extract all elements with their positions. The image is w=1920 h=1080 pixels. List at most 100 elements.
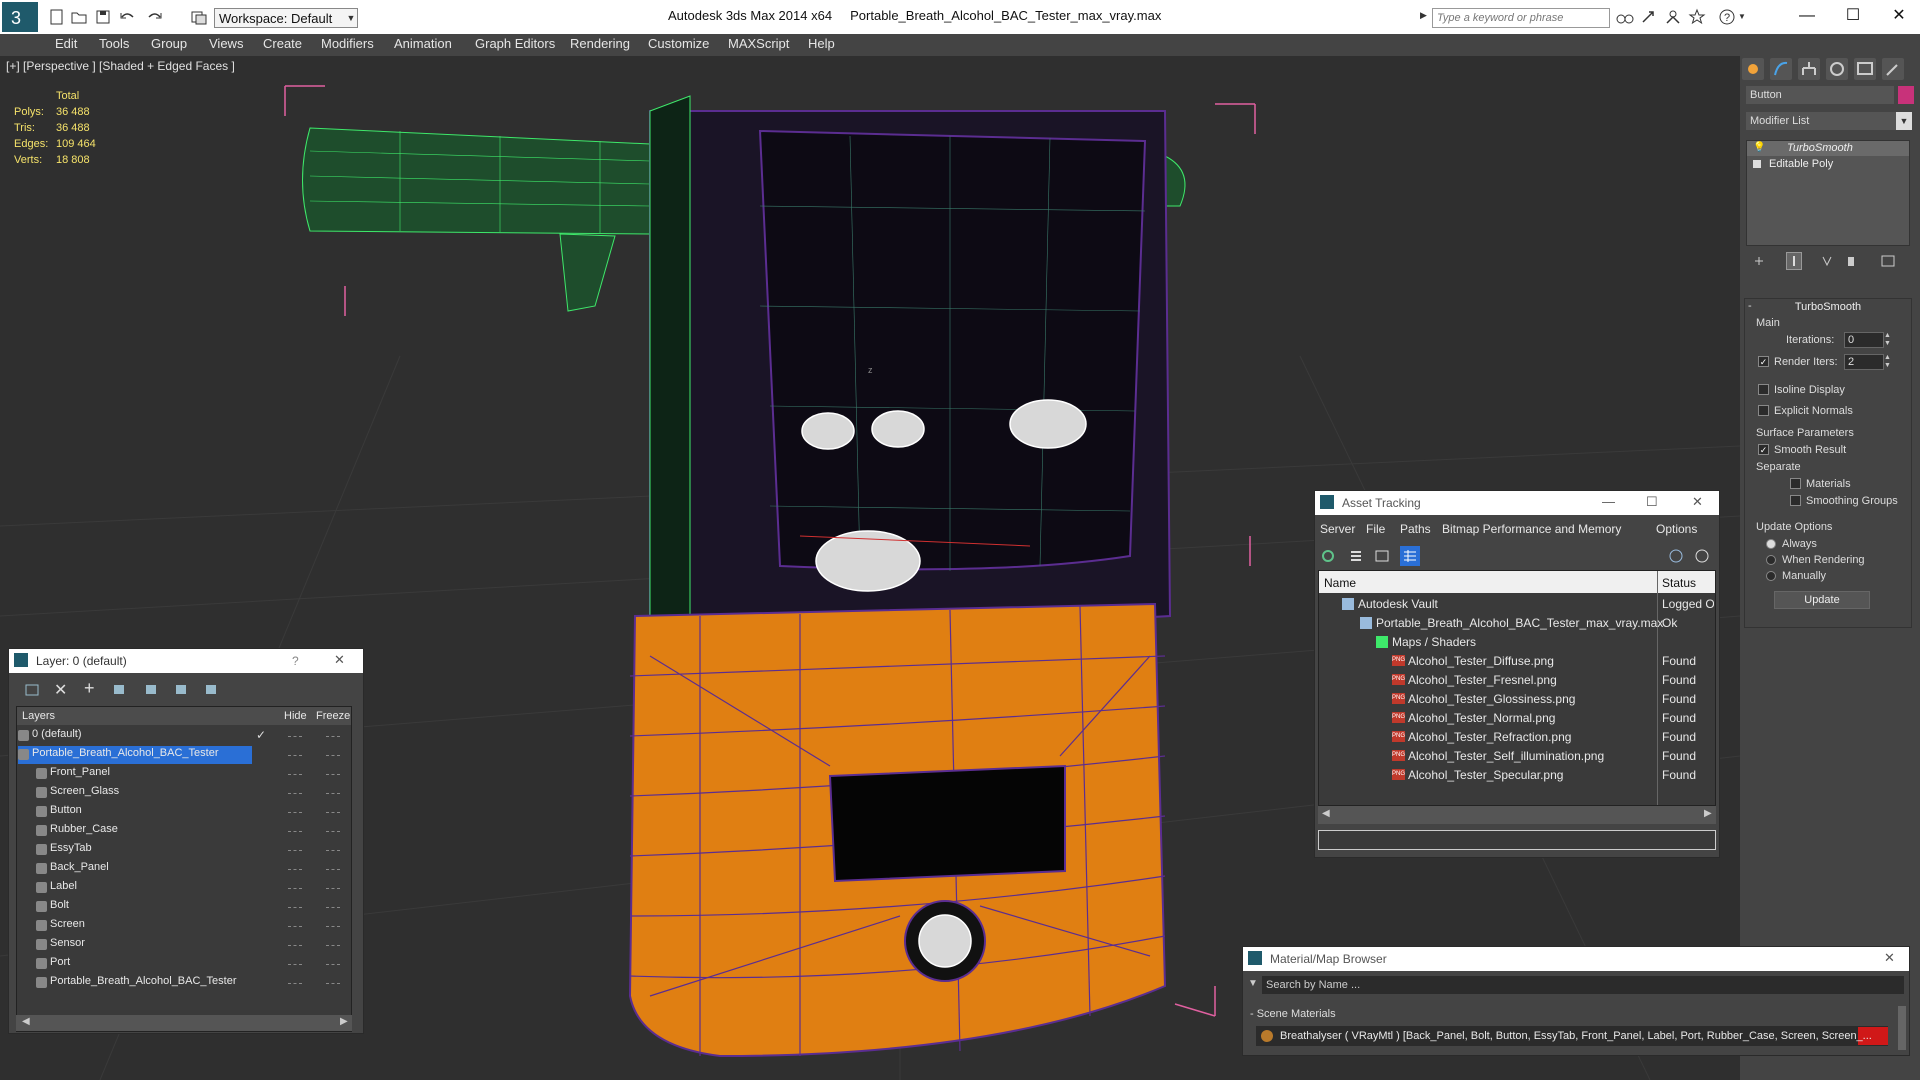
menu-create[interactable]: Create xyxy=(263,36,302,51)
layer-row-label[interactable]: Button xyxy=(50,804,82,816)
make-unique-icon[interactable] xyxy=(1820,254,1834,268)
layer-row-label[interactable]: Screen xyxy=(50,918,85,930)
motion-tab-icon[interactable] xyxy=(1826,58,1848,80)
freeze-toggle[interactable] xyxy=(326,983,340,986)
isoline-display-checkbox[interactable] xyxy=(1758,384,1769,395)
always-radio[interactable] xyxy=(1766,539,1776,549)
freeze-toggle[interactable] xyxy=(326,755,340,758)
maximize-button[interactable]: ☐ xyxy=(1830,4,1876,28)
hierarchy-tab-icon[interactable] xyxy=(1798,58,1820,80)
freeze-column-header[interactable]: Freeze xyxy=(316,710,350,722)
layer-row-label[interactable]: Bolt xyxy=(50,899,69,911)
object-color-swatch[interactable] xyxy=(1898,86,1914,104)
hide-toggle[interactable] xyxy=(288,774,302,777)
scroll-left-icon[interactable]: ◀ xyxy=(1322,808,1330,819)
freeze-toggle[interactable] xyxy=(326,850,340,853)
asset-name[interactable]: Alcohol_Tester_Normal.png xyxy=(1408,711,1555,725)
expand-plus-icon[interactable] xyxy=(1753,160,1761,168)
layer-row-label[interactable]: Rubber_Case xyxy=(50,823,118,835)
materials-checkbox[interactable] xyxy=(1790,478,1801,489)
freeze-toggle[interactable] xyxy=(326,964,340,967)
modifier-list-dropdown[interactable]: Modifier List xyxy=(1746,112,1896,130)
menu-customize[interactable]: Customize xyxy=(648,36,709,51)
expand-icon[interactable]: ▶ xyxy=(1420,10,1427,21)
hide-toggle[interactable] xyxy=(288,964,302,967)
menu-group[interactable]: Group xyxy=(151,36,187,51)
smoothing-groups-checkbox[interactable] xyxy=(1790,495,1801,506)
asset-menu-bitmap[interactable]: Bitmap Performance and Memory xyxy=(1442,522,1621,536)
freeze-toggle[interactable] xyxy=(326,945,340,948)
minimize-button[interactable]: — xyxy=(1784,4,1830,28)
rollout-title[interactable]: TurboSmooth xyxy=(1744,301,1912,313)
asset-menu-paths[interactable]: Paths xyxy=(1400,522,1431,536)
update-button[interactable]: Update xyxy=(1774,591,1870,609)
save-icon[interactable] xyxy=(94,8,112,26)
material-scrollbar[interactable] xyxy=(1898,1006,1906,1050)
project-folder-icon[interactable] xyxy=(190,8,208,26)
asset-menu-options[interactable]: Options xyxy=(1656,522,1697,536)
iterations-spinner[interactable]: 0 xyxy=(1844,332,1884,348)
select-objects-icon[interactable] xyxy=(112,682,130,698)
menu-animation[interactable]: Animation xyxy=(394,36,452,51)
scroll-left-icon[interactable]: ◀ xyxy=(22,1016,30,1027)
add-to-layer-icon[interactable]: + xyxy=(84,678,95,699)
stack-item-editable-poly[interactable]: Editable Poly xyxy=(1747,157,1909,172)
remove-modifier-icon[interactable] xyxy=(1844,254,1858,268)
freeze-toggle[interactable] xyxy=(326,831,340,834)
layer-row-label[interactable]: EssyTab xyxy=(50,842,92,854)
help-dropdown-icon[interactable]: ▼ xyxy=(1738,12,1746,21)
object-name-field[interactable]: Button xyxy=(1746,86,1894,104)
layer-row-label[interactable]: Label xyxy=(50,880,77,892)
scene-materials-header[interactable]: - Scene Materials xyxy=(1250,1008,1336,1020)
configure-sets-icon[interactable] xyxy=(1880,254,1896,268)
open-file-icon[interactable] xyxy=(70,8,88,26)
layer-row-label[interactable]: Screen_Glass xyxy=(50,785,119,797)
hide-toggle[interactable] xyxy=(288,812,302,815)
render-iters-checkbox[interactable]: ✓ xyxy=(1758,356,1769,367)
help-icon[interactable]: ? xyxy=(1718,8,1736,26)
help-icon[interactable]: ? xyxy=(292,654,299,668)
create-layer-icon[interactable] xyxy=(24,682,42,698)
hide-toggle[interactable] xyxy=(288,907,302,910)
redo-icon[interactable] xyxy=(146,8,164,26)
freeze-toggle[interactable] xyxy=(326,888,340,891)
freeze-all-icon[interactable] xyxy=(204,682,222,698)
menu-maxscript[interactable]: MAXScript xyxy=(728,36,789,51)
stack-item-turbosmooth[interactable]: 💡 TurboSmooth xyxy=(1747,141,1909,156)
menu-views[interactable]: Views xyxy=(209,36,243,51)
subscription-icon[interactable] xyxy=(1640,8,1658,26)
freeze-toggle[interactable] xyxy=(326,812,340,815)
search-input[interactable]: Type a keyword or phrase xyxy=(1432,8,1610,28)
freeze-toggle[interactable] xyxy=(326,869,340,872)
maximize-button[interactable]: ☐ xyxy=(1646,494,1658,510)
favorites-star-icon[interactable] xyxy=(1688,8,1706,26)
close-icon[interactable]: ✕ xyxy=(1884,950,1895,966)
scroll-right-icon[interactable]: ▶ xyxy=(340,1016,348,1027)
modify-tab-icon[interactable] xyxy=(1770,58,1792,80)
hide-toggle[interactable] xyxy=(288,926,302,929)
vault-settings-icon[interactable] xyxy=(1694,548,1710,564)
manually-radio[interactable] xyxy=(1766,571,1776,581)
scroll-right-icon[interactable]: ▶ xyxy=(1704,808,1712,819)
render-iters-spinner[interactable]: 2 xyxy=(1844,354,1884,370)
asset-name[interactable]: Maps / Shaders xyxy=(1392,635,1476,649)
show-end-result-icon[interactable] xyxy=(1786,252,1802,270)
close-icon[interactable]: ✕ xyxy=(334,652,345,668)
layer-row-label[interactable]: Portable_Breath_Alcohol_BAC_Tester xyxy=(50,975,237,987)
hide-toggle[interactable] xyxy=(288,831,302,834)
menu-edit[interactable]: Edit xyxy=(55,36,77,51)
modifier-stack[interactable]: 💡 TurboSmooth Editable Poly xyxy=(1746,140,1910,246)
asset-scrollbar[interactable] xyxy=(1318,806,1716,824)
layer-row-label[interactable]: Sensor xyxy=(50,937,85,949)
menu-graph-editors[interactable]: Graph Editors xyxy=(475,36,555,51)
hide-toggle[interactable] xyxy=(288,888,302,891)
layer-row-label[interactable]: Front_Panel xyxy=(50,766,110,778)
spinner-arrows-icon[interactable]: ▲ ▼ xyxy=(1884,332,1891,348)
viewport-label[interactable]: [+] [Perspective ] [Shaded + Edged Faces… xyxy=(6,59,235,73)
hide-column-header[interactable]: Hide xyxy=(284,710,307,722)
asset-name[interactable]: Portable_Breath_Alcohol_BAC_Tester_max_v… xyxy=(1376,616,1663,630)
communication-icon[interactable] xyxy=(1664,8,1682,26)
freeze-toggle[interactable] xyxy=(326,793,340,796)
asset-menu-file[interactable]: File xyxy=(1366,522,1385,536)
chevron-down-icon[interactable]: ▼ xyxy=(1896,112,1912,130)
